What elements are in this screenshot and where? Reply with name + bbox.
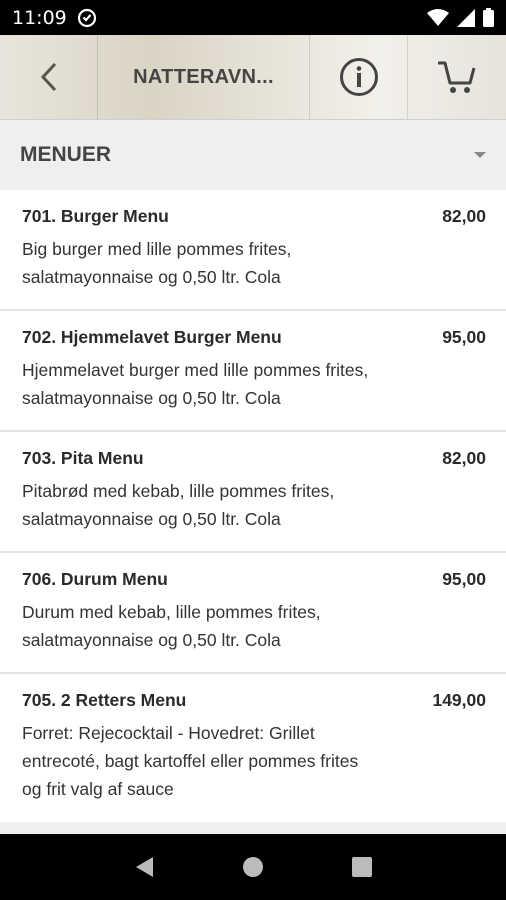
item-description-line: Hjemmelavet burger med lille pommes frit… <box>22 360 369 380</box>
signal-icon <box>457 8 475 27</box>
item-description: Durum med kebab, lille pommes frites, sa… <box>22 598 486 654</box>
page-title: NATTERAVN... <box>133 65 274 88</box>
status-time: 11:09 <box>12 6 67 29</box>
nav-back-icon[interactable] <box>133 855 155 879</box>
system-nav-bar <box>0 834 506 900</box>
menu-item[interactable]: 703. Pita Menu 82,00 Pitabrød med kebab,… <box>0 432 506 553</box>
back-arrow-icon <box>40 62 56 92</box>
menu-item[interactable]: 701. Burger Menu 82,00 Big burger med li… <box>0 190 506 311</box>
category-label: MENUER <box>20 143 112 166</box>
do-not-disturb-icon <box>77 8 96 27</box>
header-title-area: NATTERAVN... <box>98 35 310 119</box>
item-price: 95,00 <box>442 327 486 347</box>
back-button[interactable] <box>0 35 98 119</box>
item-description-line: salatmayonnaise og 0,50 ltr. Cola <box>22 630 281 650</box>
info-button[interactable] <box>310 35 408 119</box>
item-description-line: entrecoté, bagt kartoffel eller pommes f… <box>22 751 359 771</box>
item-description-line: salatmayonnaise og 0,50 ltr. Cola <box>22 267 281 287</box>
cart-icon <box>438 61 476 93</box>
cart-button[interactable] <box>408 35 506 119</box>
item-price: 82,00 <box>442 206 486 226</box>
nav-home-icon[interactable] <box>241 855 265 879</box>
menu-item[interactable]: 702. Hjemmelavet Burger Menu 95,00 Hjemm… <box>0 311 506 432</box>
list-bottom-divider <box>0 822 506 834</box>
item-description-line: Durum med kebab, lille pommes frites, <box>22 602 321 622</box>
item-description-line: og frit valg af sauce <box>22 779 174 799</box>
item-description-line: Forret: Rejecocktail - Hovedret: Grillet <box>22 723 315 743</box>
item-price: 82,00 <box>442 448 486 468</box>
item-name: 701. Burger Menu <box>22 206 169 226</box>
menu-item[interactable]: 706. Durum Menu 95,00 Durum med kebab, l… <box>0 553 506 674</box>
item-description-line: salatmayonnaise og 0,50 ltr. Cola <box>22 388 281 408</box>
item-price: 149,00 <box>432 690 486 710</box>
status-bar: 11:09 <box>0 0 506 35</box>
wifi-icon <box>427 8 449 26</box>
app-header: NATTERAVN... <box>0 35 506 120</box>
item-name: 705. 2 Retters Menu <box>22 690 187 710</box>
category-dropdown[interactable]: MENUER <box>0 120 506 190</box>
item-name: 702. Hjemmelavet Burger Menu <box>22 327 282 347</box>
item-name: 706. Durum Menu <box>22 569 168 589</box>
dropdown-caret-icon <box>474 152 486 158</box>
item-description: Big burger med lille pommes frites, sala… <box>22 235 486 291</box>
item-description: Forret: Rejecocktail - Hovedret: Grillet… <box>22 719 486 803</box>
item-name: 703. Pita Menu <box>22 448 144 468</box>
item-description: Hjemmelavet burger med lille pommes frit… <box>22 356 486 412</box>
item-description: Pitabrød med kebab, lille pommes frites,… <box>22 477 486 533</box>
nav-recents-icon[interactable] <box>351 856 373 878</box>
info-icon <box>339 58 378 96</box>
item-description-line: Pitabrød med kebab, lille pommes frites, <box>22 481 335 501</box>
item-description-line: Big burger med lille pommes frites, <box>22 239 292 259</box>
menu-list: 701. Burger Menu 82,00 Big burger med li… <box>0 190 506 822</box>
item-price: 95,00 <box>442 569 486 589</box>
item-description-line: salatmayonnaise og 0,50 ltr. Cola <box>22 509 281 529</box>
status-icons <box>427 8 494 27</box>
menu-item[interactable]: 705. 2 Retters Menu 149,00 Forret: Rejec… <box>0 674 506 822</box>
battery-icon <box>483 8 494 27</box>
